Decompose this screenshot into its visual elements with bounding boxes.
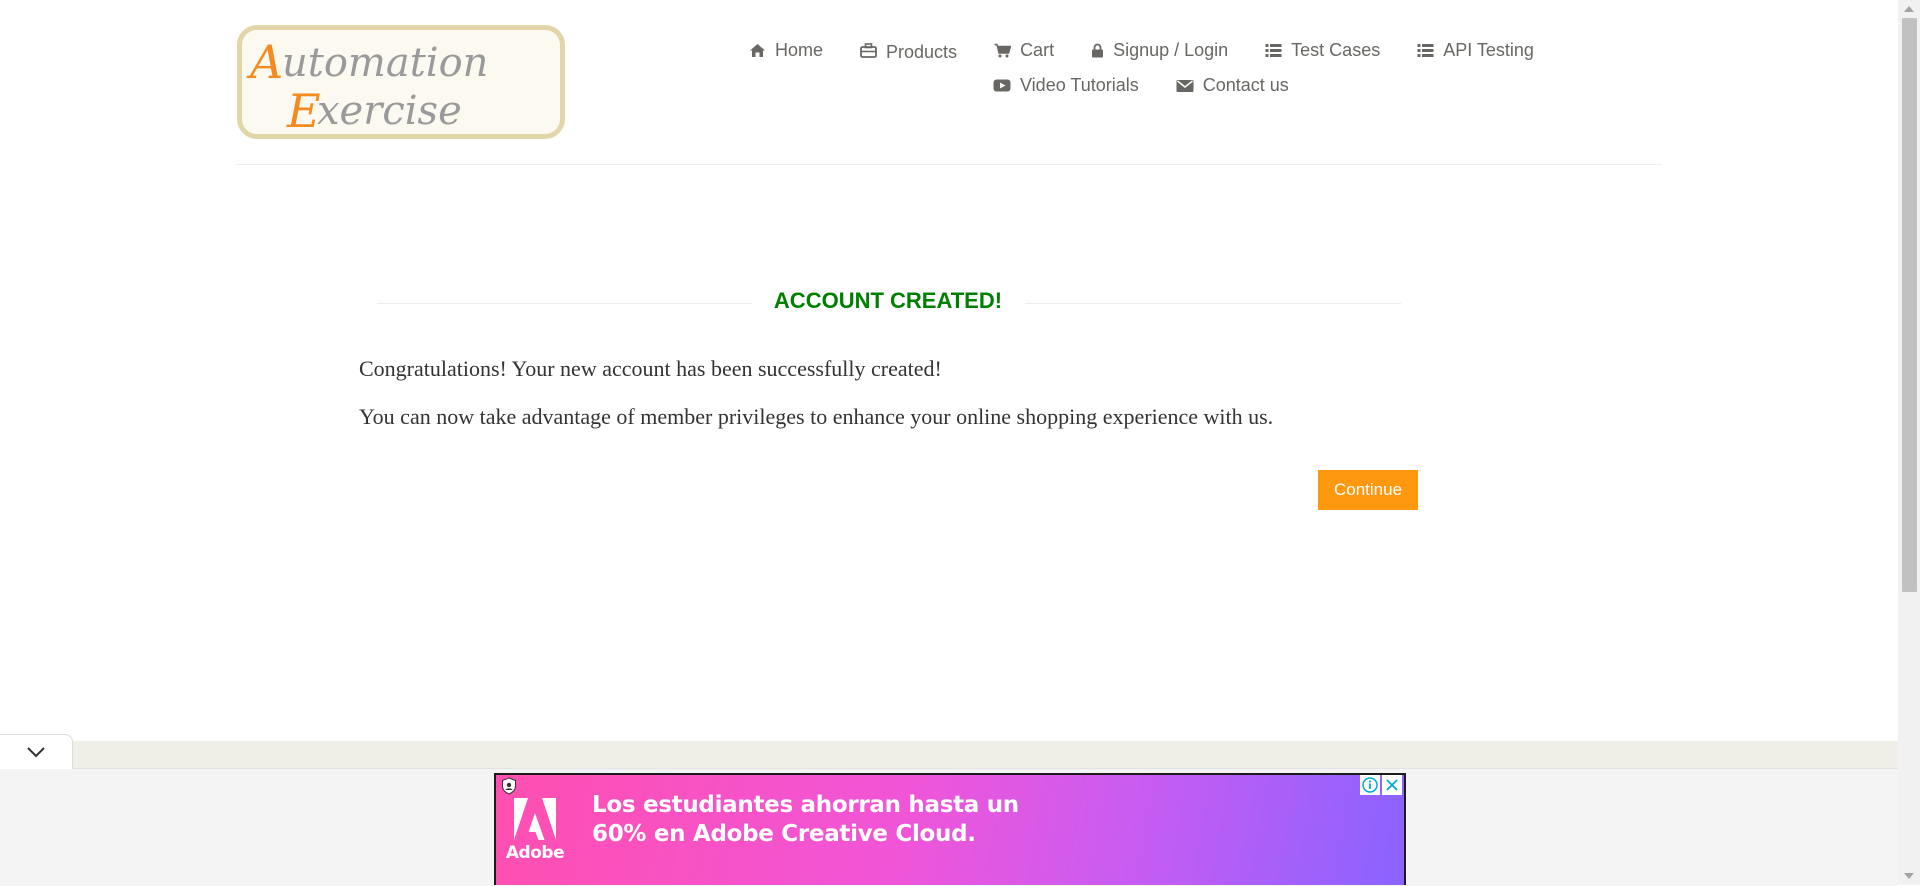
ad-privacy-icon <box>502 777 516 795</box>
scroll-up-arrow[interactable] <box>1898 0 1920 18</box>
nav-products[interactable]: Products <box>860 38 957 63</box>
nav-video-tutorials-label: Video Tutorials <box>1020 75 1139 95</box>
continue-button[interactable]: Continue <box>1318 470 1418 510</box>
title-rule-right <box>1025 303 1401 304</box>
nav-contact-us-label: Contact us <box>1202 75 1289 95</box>
nav-products-label: Products <box>886 42 958 62</box>
chevron-down-icon <box>27 747 45 758</box>
main-nav-row-2: Video Tutorials Contact us <box>993 75 1289 96</box>
adobe-logo-icon <box>514 798 556 840</box>
nav-home[interactable]: Home <box>749 40 823 61</box>
ad-headline: Los estudiantes ahorran hasta un 60% en … <box>592 791 1192 849</box>
ad-info-button[interactable] <box>1360 775 1380 795</box>
adobe-ad-banner[interactable]: Adobe Los estudiantes ahorran hasta un 6… <box>494 773 1406 885</box>
scroll-up-icon <box>1904 6 1914 12</box>
close-icon <box>1386 779 1398 791</box>
envelope-icon <box>1176 80 1194 92</box>
nav-contact-us[interactable]: Contact us <box>1176 75 1289 96</box>
ad-headline-line-2: 60% en Adobe Creative Cloud. <box>592 821 976 847</box>
list-icon <box>1417 44 1434 57</box>
header-divider <box>236 164 1662 165</box>
home-icon <box>750 44 765 57</box>
nav-api-testing[interactable]: API Testing <box>1417 40 1534 61</box>
ad-close-button[interactable] <box>1382 775 1402 795</box>
member-privileges-message: You can now take advantage of member pri… <box>359 404 1274 429</box>
account-created-title: ACCOUNT CREATED! <box>773 288 1003 313</box>
ad-collapse-toggle[interactable] <box>0 734 73 769</box>
logo-initial-e: E <box>286 84 321 134</box>
nav-api-testing-label: API Testing <box>1443 40 1534 60</box>
adobe-logo: Adobe <box>506 797 565 875</box>
nav-video-tutorials[interactable]: Video Tutorials <box>993 75 1139 96</box>
nav-cart-label: Cart <box>1020 40 1055 60</box>
vertical-scrollbar-thumb[interactable] <box>1902 18 1917 592</box>
nav-signup-login-label: Signup / Login <box>1113 40 1229 60</box>
logo-initial-a: A <box>246 35 283 89</box>
info-icon <box>1362 777 1378 793</box>
nav-signup-login[interactable]: Signup / Login <box>1091 40 1228 61</box>
adobe-brand-label: Adobe <box>505 843 565 863</box>
scroll-down-icon <box>1904 873 1914 879</box>
nav-cart[interactable]: Cart <box>994 40 1054 61</box>
nav-test-cases-label: Test Cases <box>1291 40 1381 60</box>
title-rule-left <box>377 303 752 304</box>
nav-test-cases[interactable]: Test Cases <box>1265 40 1380 61</box>
list-icon <box>1265 44 1282 57</box>
site-logo[interactable]: A utomation E xercise <box>237 25 565 139</box>
scroll-down-arrow[interactable] <box>1898 867 1920 885</box>
congratulations-message: Congratulations! Your new account has be… <box>359 356 942 381</box>
youtube-play-icon <box>993 79 1011 92</box>
main-nav-row-1: Home Products Cart Signup / Login Test C… <box>749 38 1534 63</box>
footer-band <box>0 741 1898 771</box>
ad-headline-line-1: Los estudiantes ahorran hasta un <box>592 792 1019 818</box>
lock-icon <box>1092 43 1104 58</box>
briefcase-icon <box>860 43 877 58</box>
shopping-cart-icon <box>994 43 1012 58</box>
logo-text-exercise: xercise <box>317 88 462 134</box>
nav-home-label: Home <box>775 40 824 60</box>
logo-text-automation: utomation <box>282 40 488 86</box>
